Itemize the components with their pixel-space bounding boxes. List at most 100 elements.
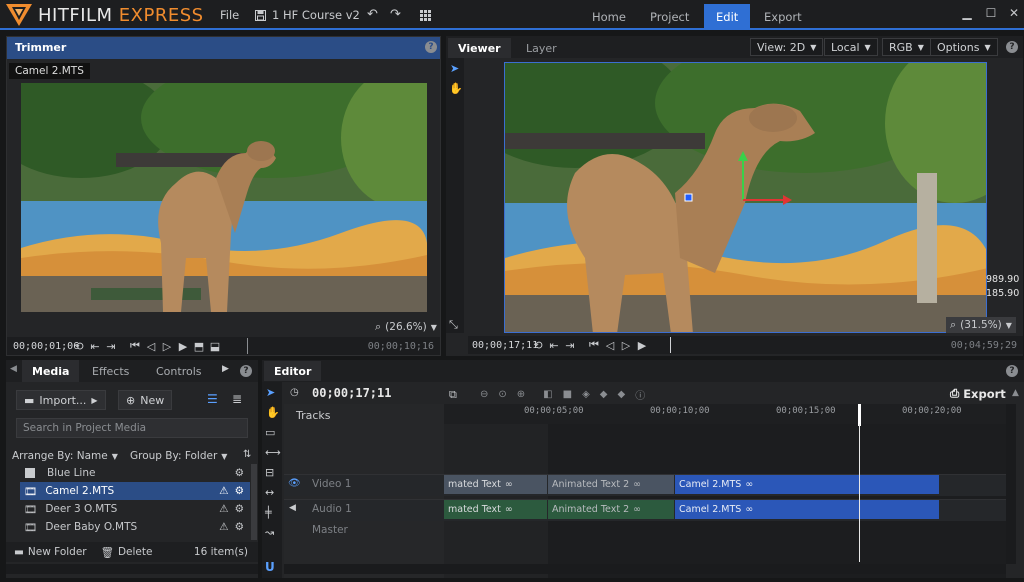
play-icon[interactable]: ▶ xyxy=(175,340,191,353)
new-button[interactable]: ⊕ New xyxy=(118,390,173,410)
scroll-up-icon[interactable]: ▲ xyxy=(1012,388,1019,398)
project-name[interactable]: 1 HF Course v2 xyxy=(255,8,360,22)
tab-editor[interactable]: Editor xyxy=(264,361,322,381)
overlay-icon[interactable]: ⬓ xyxy=(207,340,223,353)
speaker-icon[interactable]: ◀ xyxy=(289,503,296,513)
timeline-clip[interactable]: Animated Text 2 ∞ xyxy=(548,500,674,519)
help-icon[interactable]: ? xyxy=(240,365,252,377)
import-button[interactable]: ▬ Import... ▶ xyxy=(16,390,106,410)
hand-tool-icon[interactable]: ✋ xyxy=(449,82,463,95)
delete-button[interactable]: 🗑 Delete xyxy=(101,546,153,559)
list-item[interactable]: Blue Line ⚙ xyxy=(20,464,250,482)
gear-icon[interactable]: ⚙ xyxy=(235,521,244,533)
export-button[interactable]: ⎙ Export xyxy=(950,386,1006,401)
minimize-icon[interactable]: ▁ xyxy=(958,4,976,22)
insert-icon[interactable]: ⬒ xyxy=(191,340,207,353)
motion-path-icon[interactable]: ⤡ xyxy=(449,318,458,332)
step-forward-icon[interactable]: ▷ xyxy=(159,340,175,353)
mark-out-icon[interactable]: ⇥ xyxy=(562,339,578,352)
horizontal-scrollbar[interactable] xyxy=(6,564,258,574)
next-edit-icon[interactable]: ⊕ xyxy=(517,389,525,400)
space-dropdown[interactable]: Local ▼ xyxy=(824,38,878,56)
close-icon[interactable]: ✕ xyxy=(1005,4,1023,22)
tab-controls[interactable]: Controls xyxy=(146,360,212,382)
list-item[interactable]: 🎞 Camel 2.MTS ⚠ ⚙ xyxy=(20,482,250,500)
group-by-dropdown[interactable]: Group By: Folder ▼ xyxy=(130,450,227,462)
select-tool-icon[interactable]: ➤ xyxy=(266,386,275,399)
step-back-icon[interactable]: ◁ xyxy=(143,340,159,353)
step-back-icon[interactable]: ◁ xyxy=(602,339,618,352)
timeline-clip[interactable]: Animated Text 2 ∞ xyxy=(548,475,674,494)
roll-tool-icon[interactable]: ╪ xyxy=(265,506,272,519)
save-icon[interactable] xyxy=(255,9,266,21)
options-dropdown[interactable]: Options ▼ xyxy=(930,38,998,56)
viewer-video-frame[interactable] xyxy=(504,62,987,333)
gear-icon[interactable]: ⚙ xyxy=(235,467,244,479)
go-start-icon[interactable]: ⏮ xyxy=(586,338,602,352)
new-folder-button[interactable]: ▬ New Folder xyxy=(14,546,87,558)
add-keyframe-icon[interactable]: ◆ xyxy=(600,389,608,400)
timeline-clip[interactable]: Camel 2.MTS ∞ xyxy=(675,500,939,519)
tab-viewer[interactable]: Viewer xyxy=(448,38,511,58)
help-icon[interactable]: ? xyxy=(1006,365,1018,377)
lock-icon[interactable]: ■ xyxy=(563,389,572,400)
trimmer-zoom[interactable]: ⌕ (26.6%) ▼ xyxy=(375,319,437,335)
trimmer-playhead[interactable] xyxy=(247,338,248,354)
select-tool-icon[interactable]: ➤ xyxy=(450,62,459,75)
viewer-playhead[interactable] xyxy=(670,337,671,353)
loop-icon[interactable]: ⟲ xyxy=(530,339,546,352)
hand-tool-icon[interactable]: ✋ xyxy=(266,406,280,419)
timeline-clip[interactable]: mated Text ∞ xyxy=(444,500,547,519)
timeline-clip[interactable]: mated Text ∞ xyxy=(444,475,547,494)
rate-stretch-icon[interactable]: ↝ xyxy=(265,526,274,539)
editor-timecode[interactable]: 00;00;17;11 xyxy=(312,386,391,400)
sort-icon[interactable]: ⇅ xyxy=(243,449,251,460)
marker-icon[interactable]: ◧ xyxy=(543,389,552,400)
file-menu[interactable]: File xyxy=(220,8,239,22)
info-icon[interactable]: ⓘ xyxy=(635,387,645,402)
help-icon[interactable]: ? xyxy=(425,41,437,53)
remove-keyframe-icon[interactable]: ◆ xyxy=(617,389,625,400)
playhead-handle[interactable] xyxy=(858,404,861,426)
list-view-icon[interactable]: ☰ xyxy=(207,392,218,406)
go-start-icon[interactable]: ⏮ xyxy=(127,339,143,353)
trimmer-title[interactable]: Trimmer xyxy=(15,41,66,54)
help-icon[interactable]: ? xyxy=(1006,41,1018,53)
track-header-scrollbar[interactable] xyxy=(284,564,444,574)
slide-tool-icon[interactable]: ⊟ xyxy=(265,466,274,479)
prev-edit-icon[interactable]: ⊖ xyxy=(480,389,488,400)
tab-media[interactable]: Media xyxy=(22,360,80,382)
keyframe-icon[interactable]: ◈ xyxy=(582,389,590,400)
arrange-by-dropdown[interactable]: Arrange By: Name ▼ xyxy=(12,450,118,462)
grid-layout-icon[interactable] xyxy=(420,10,431,21)
viewer-zoom[interactable]: ⌕ (31.5%) ▼ xyxy=(946,317,1016,333)
tab-effects[interactable]: Effects xyxy=(82,360,139,382)
media-scrollbar[interactable] xyxy=(251,464,257,540)
snap-magnet-icon[interactable]: U xyxy=(265,560,275,574)
list-item[interactable]: 🎞 Deer Baby O.MTS ⚠ ⚙ xyxy=(20,518,250,536)
ripple-tool-icon[interactable]: ↔ xyxy=(265,486,274,499)
chevron-left-icon[interactable]: ◀ xyxy=(10,364,17,374)
timeline-scrollbar[interactable] xyxy=(444,564,1006,574)
eye-icon[interactable]: 👁 xyxy=(288,478,301,489)
channel-dropdown[interactable]: RGB ▼ xyxy=(882,38,931,56)
trimmer-timecode[interactable]: 00;00;01;06 xyxy=(13,341,79,352)
stop-icon[interactable]: ⊙ xyxy=(498,389,506,400)
tab-project[interactable]: Project xyxy=(638,4,701,30)
search-input[interactable]: Search in Project Media xyxy=(16,418,248,438)
timeline-vertical-scrollbar[interactable] xyxy=(1006,404,1016,564)
trimmer-video-frame[interactable] xyxy=(21,83,427,312)
gear-icon[interactable]: ⚙ xyxy=(235,503,244,515)
tab-home[interactable]: Home xyxy=(580,4,638,30)
undo-icon[interactable]: ↶ xyxy=(367,7,378,22)
timeline-clip[interactable]: Camel 2.MTS ∞ xyxy=(675,475,939,494)
new-composite-icon[interactable]: ⧉ xyxy=(449,388,457,402)
viewer-timecode[interactable]: 00;00;17;11 xyxy=(472,340,538,351)
tab-layer[interactable]: Layer xyxy=(516,38,567,58)
maximize-icon[interactable]: ☐ xyxy=(982,4,1000,22)
play-icon[interactable]: ▶ xyxy=(634,339,650,352)
tab-export[interactable]: Export xyxy=(752,4,814,30)
loop-icon[interactable]: ⟲ xyxy=(71,340,87,353)
slip-tool-icon[interactable]: ⟷ xyxy=(265,446,281,459)
view-mode-dropdown[interactable]: View: 2D ▼ xyxy=(750,38,824,56)
